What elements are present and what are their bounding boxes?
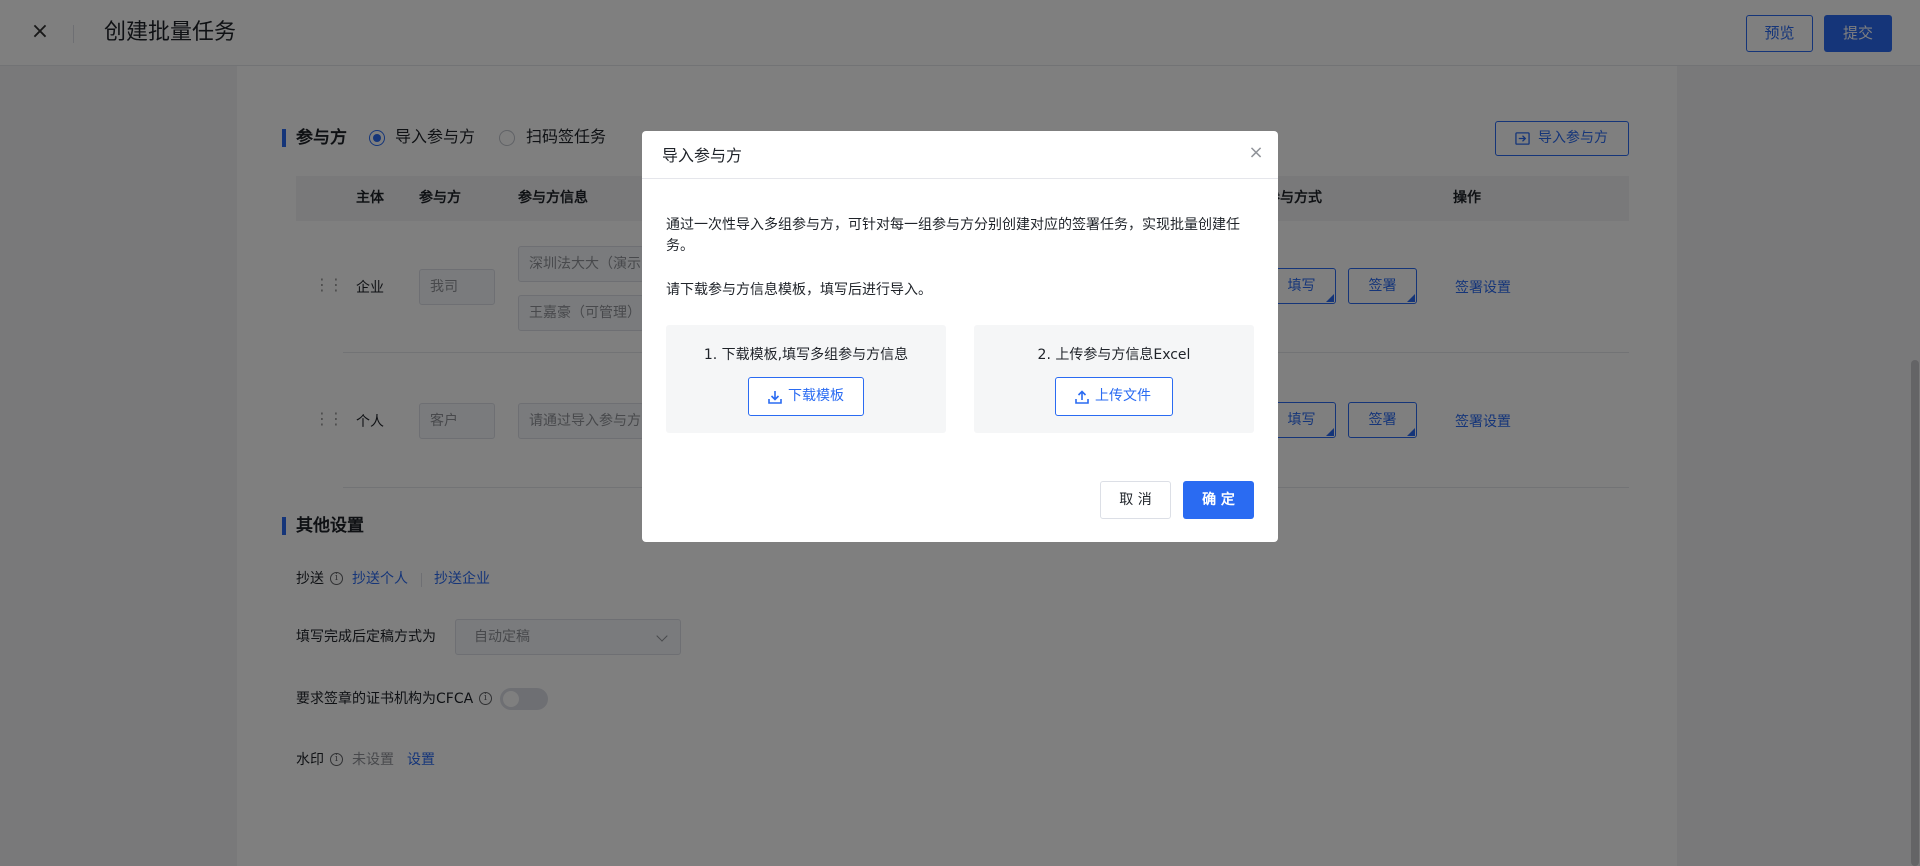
import-participants-modal: 导入参与方 × 通过一次性导入多组参与方，可针对每一组参与方分别创建对应的签署任…: [642, 131, 1278, 542]
modal-divider: [642, 178, 1278, 179]
download-template-button[interactable]: 下载模板: [748, 377, 864, 416]
step-download-card: 1. 下载模板,填写多组参与方信息 下载模板: [666, 325, 946, 433]
cancel-button[interactable]: 取 消: [1100, 481, 1171, 519]
download-icon: [768, 391, 782, 404]
upload-file-label: 上传文件: [1095, 388, 1151, 404]
step-upload-card: 2. 上传参与方信息Excel 上传文件: [974, 325, 1254, 433]
upload-icon: [1075, 390, 1089, 404]
modal-title: 导入参与方: [662, 146, 743, 165]
modal-description: 通过一次性导入多组参与方，可针对每一组参与方分别创建对应的签署任务，实现批量创建…: [666, 217, 1240, 254]
modal-instruction: 请下载参与方信息模板，填写后进行导入。: [666, 282, 932, 298]
step-upload-title: 2. 上传参与方信息Excel: [1037, 347, 1191, 363]
step-download-title: 1. 下载模板,填写多组参与方信息: [703, 347, 909, 363]
download-template-label: 下载模板: [788, 388, 844, 404]
close-icon[interactable]: ×: [1246, 143, 1266, 163]
upload-file-button[interactable]: 上传文件: [1055, 377, 1173, 416]
confirm-button[interactable]: 确 定: [1183, 481, 1254, 519]
